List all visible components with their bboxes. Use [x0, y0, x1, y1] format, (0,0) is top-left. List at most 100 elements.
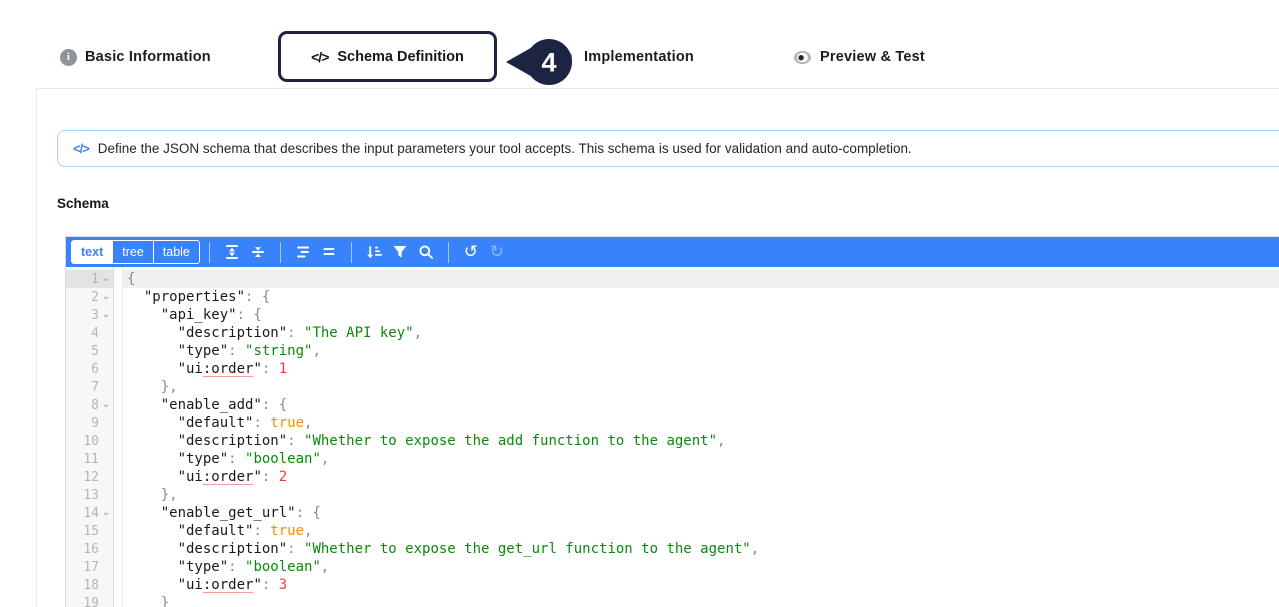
filter-icon[interactable]: [387, 240, 413, 264]
gutter-line: 6: [66, 360, 113, 378]
code-line[interactable]: "type": "boolean",: [123, 558, 1279, 576]
code-line[interactable]: "default": true,: [123, 522, 1279, 540]
code-line[interactable]: "description": "The API key",: [123, 324, 1279, 342]
tab-label: Implementation: [584, 49, 694, 65]
gutter-line: 13: [66, 486, 113, 504]
line-number: 1: [66, 272, 99, 287]
line-number: 7: [66, 380, 99, 395]
gutter-line: 14⌄: [66, 504, 113, 522]
badge-number: 4: [541, 48, 556, 78]
banner-text: Define the JSON schema that describes th…: [98, 141, 912, 156]
line-number: 11: [66, 452, 99, 467]
tab-label: Preview & Test: [820, 49, 925, 65]
toolbar-separator: [209, 242, 210, 263]
tab-schema-definition[interactable]: </> Schema Definition: [278, 31, 497, 82]
line-number: 12: [66, 470, 99, 485]
gutter-line: 3⌄: [66, 306, 113, 324]
code-line[interactable]: },: [123, 486, 1279, 504]
code-line[interactable]: "ui:order": 3: [123, 576, 1279, 594]
line-number: 2: [66, 290, 99, 305]
fold-chevron-icon[interactable]: ⌄: [99, 508, 113, 518]
code-line[interactable]: "description": "Whether to expose the ad…: [123, 432, 1279, 450]
line-number: 14: [66, 506, 99, 521]
json-editor: text tree table: [65, 236, 1279, 607]
gutter-line: 7: [66, 378, 113, 396]
tab-implementation[interactable]: Implementation: [556, 43, 694, 71]
line-number: 5: [66, 344, 99, 359]
code-line[interactable]: "type": "string",: [123, 342, 1279, 360]
line-number: 19: [66, 596, 99, 607]
format-lines-icon[interactable]: [290, 240, 316, 264]
code-line[interactable]: "default": true,: [123, 414, 1279, 432]
line-number: 15: [66, 524, 99, 539]
undo-icon[interactable]: ↺: [458, 240, 484, 264]
line-number: 6: [66, 362, 99, 377]
eye-icon: [793, 50, 812, 65]
tab-basic-information[interactable]: i Basic Information: [60, 43, 211, 71]
code-line[interactable]: "properties": {: [123, 288, 1279, 306]
fold-chevron-icon[interactable]: ⌄: [99, 292, 113, 302]
gutter-line: 15: [66, 522, 113, 540]
line-number: 4: [66, 326, 99, 341]
gutter-line: 8⌄: [66, 396, 113, 414]
editor-code[interactable]: { "properties": { "api_key": { "descript…: [123, 267, 1279, 607]
tab-label: Basic Information: [85, 49, 211, 65]
code-line[interactable]: "ui:order": 1: [123, 360, 1279, 378]
info-icon: i: [60, 49, 77, 66]
search-icon[interactable]: [413, 240, 439, 264]
gutter-line: 10: [66, 432, 113, 450]
code-line[interactable]: "description": "Whether to expose the ge…: [123, 540, 1279, 558]
editor-gutter: 1⌄2⌄3⌄45678⌄91011121314⌄1516171819: [66, 267, 114, 607]
tab-preview-test[interactable]: Preview & Test: [793, 43, 925, 71]
editor-toolbar: text tree table: [66, 237, 1279, 267]
gutter-line: 5: [66, 342, 113, 360]
redo-icon[interactable]: ↻: [484, 240, 510, 264]
gutter-line: 2⌄: [66, 288, 113, 306]
line-number: 8: [66, 398, 99, 413]
gutter-line: 12: [66, 468, 113, 486]
fold-chevron-icon[interactable]: ⌄: [99, 310, 113, 320]
fold-chevron-icon[interactable]: ⌄: [99, 274, 113, 284]
code-line[interactable]: {: [123, 270, 1279, 288]
code-line[interactable]: "enable_get_url": {: [123, 504, 1279, 522]
mode-table-button[interactable]: table: [154, 240, 200, 264]
format-expand-icon[interactable]: [219, 240, 245, 264]
gutter-line: 17: [66, 558, 113, 576]
fold-chevron-icon[interactable]: ⌄: [99, 400, 113, 410]
line-number: 16: [66, 542, 99, 557]
line-number: 17: [66, 560, 99, 575]
tab-label: Schema Definition: [337, 49, 464, 65]
toolbar-separator: [280, 242, 281, 263]
line-number: 13: [66, 488, 99, 503]
code-line[interactable]: }: [123, 594, 1279, 607]
gutter-line: 9: [66, 414, 113, 432]
gutter-spacer: [114, 267, 123, 607]
gutter-line: 16: [66, 540, 113, 558]
annotation-step-badge: 4: [505, 38, 573, 86]
code-line[interactable]: "api_key": {: [123, 306, 1279, 324]
line-number: 9: [66, 416, 99, 431]
compact-icon[interactable]: [245, 240, 271, 264]
code-icon: </>: [311, 49, 328, 65]
align-lines-icon[interactable]: [316, 240, 342, 264]
sort-icon[interactable]: [361, 240, 387, 264]
gutter-line: 19: [66, 594, 113, 607]
code-line[interactable]: "type": "boolean",: [123, 450, 1279, 468]
editor-body: 1⌄2⌄3⌄45678⌄91011121314⌄1516171819 { "pr…: [66, 267, 1279, 607]
code-icon: </>: [73, 141, 89, 156]
code-line[interactable]: "ui:order": 2: [123, 468, 1279, 486]
gutter-line: 4: [66, 324, 113, 342]
info-banner: </> Define the JSON schema that describe…: [57, 130, 1279, 167]
gutter-line: 11: [66, 450, 113, 468]
code-line[interactable]: "enable_add": {: [123, 396, 1279, 414]
mode-tree-button[interactable]: tree: [113, 240, 154, 264]
gutter-line: 1⌄: [66, 270, 113, 288]
line-number: 3: [66, 308, 99, 323]
mode-text-button[interactable]: text: [71, 240, 113, 264]
code-line[interactable]: },: [123, 378, 1279, 396]
editor-mode-switcher: text tree table: [71, 240, 200, 264]
line-number: 18: [66, 578, 99, 593]
schema-field-label: Schema: [57, 196, 109, 211]
toolbar-separator: [448, 242, 449, 263]
gutter-line: 18: [66, 576, 113, 594]
